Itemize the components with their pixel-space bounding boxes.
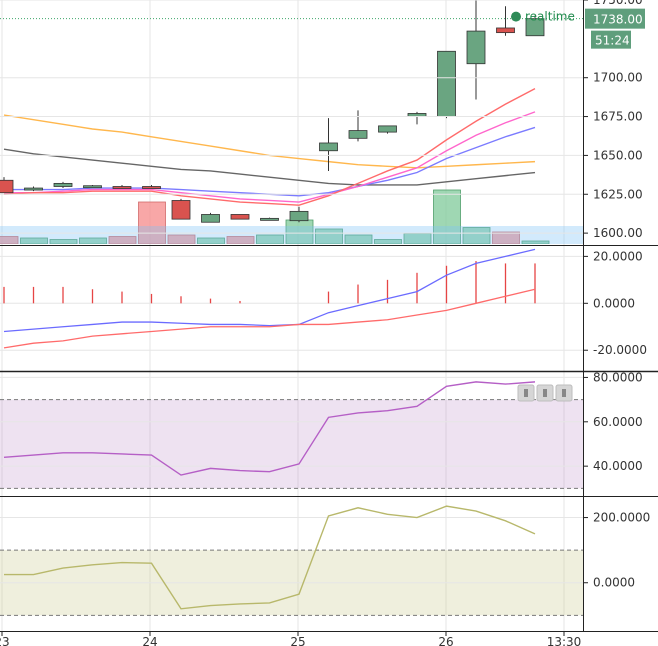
x-tick-label: 23: [0, 635, 10, 646]
candle-body: [0, 179, 14, 194]
chart-canvas[interactable]: realtime 1600.00 1625.00 1650.00 1675.00 1700…: [0, 0, 658, 646]
pane-down-button[interactable]: [536, 384, 554, 402]
osc1-tick-label: 0.0000: [593, 296, 635, 310]
candle-body: [260, 217, 279, 221]
candle-body: [348, 130, 368, 139]
oscillator-line: [3, 248, 536, 333]
candle-body: [171, 200, 191, 220]
candle-body: [289, 210, 309, 222]
realtime-dot: [511, 11, 521, 22]
price-tick-label: 1625.00: [593, 187, 643, 201]
x-tick-label: 25: [290, 635, 305, 646]
price-tick-label: 1650.00: [593, 148, 643, 162]
price-tick-label: 1700.00: [593, 71, 643, 85]
candle-body: [466, 30, 486, 65]
trading-chart[interactable]: realtime 1600.00 1625.00 1650.00 1675.00 1700…: [0, 0, 658, 646]
cci-tick-label: 200.0000: [593, 511, 650, 525]
candle-body: [24, 187, 43, 191]
osc1-tick-label: 20.0000: [593, 249, 643, 263]
osc1-tick-label: -20.0000: [593, 343, 647, 357]
rsi-tick-label: 80.0000: [593, 370, 643, 384]
rsi-tick-label: 40.0000: [593, 459, 643, 473]
volume-average-band: [0, 226, 583, 244]
price-tick-label: 1750.00: [593, 0, 643, 7]
candle-body: [201, 214, 220, 223]
moving-average-line: [3, 114, 536, 169]
candle-body: [230, 214, 250, 220]
x-tick-label: 24: [142, 635, 157, 646]
candle-body: [142, 186, 161, 189]
candle-body: [378, 125, 397, 133]
price-tick-label: 1675.00: [593, 110, 643, 124]
cci-tick-label: 0.0000: [593, 576, 635, 590]
realtime-label: realtime: [525, 10, 575, 24]
candle-body: [112, 186, 132, 189]
pane-maximize-button[interactable]: [555, 384, 573, 402]
candle-body: [53, 182, 73, 187]
countdown-value: 51:24: [595, 34, 630, 48]
x-tick-label: 26: [438, 635, 453, 646]
oscillator-line: [3, 288, 536, 349]
price-tick-label: 1600.00: [593, 226, 643, 240]
candle-body: [496, 27, 515, 34]
candle-body: [83, 185, 102, 189]
pane-up-button[interactable]: [517, 384, 535, 402]
price-pane: [0, 0, 583, 244]
rsi-tick-label: 60.0000: [593, 415, 643, 429]
candle-body: [319, 142, 338, 152]
x-tick-label: 13:30: [547, 635, 582, 646]
last-price-value: 1738.00: [593, 13, 643, 27]
rsi-band: [0, 399, 583, 489]
candle-body: [437, 50, 456, 117]
